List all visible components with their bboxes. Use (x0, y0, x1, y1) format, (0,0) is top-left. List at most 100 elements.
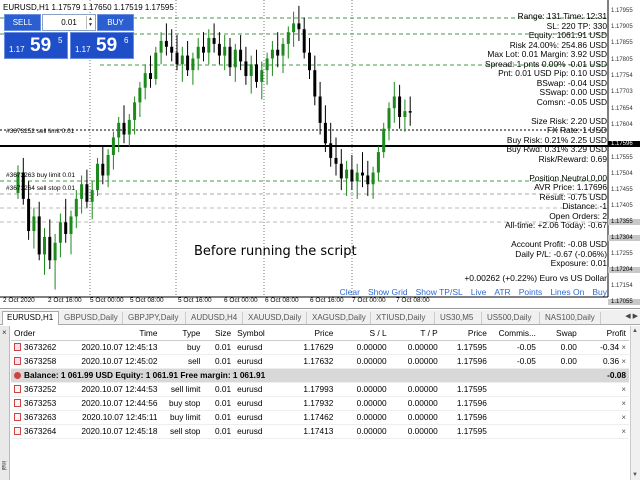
candle-body (339, 163, 343, 179)
price-scale-label: 1.17355 (608, 219, 640, 225)
candle-body (323, 122, 327, 144)
tab-gbpusd-daily[interactable]: GBPUSD,Daily (60, 312, 123, 324)
candle-body (376, 152, 380, 173)
tab-xtiusd-daily[interactable]: XTIUSD,Daily (372, 312, 435, 324)
close-order-icon[interactable]: × (621, 427, 626, 436)
tab-scroll-arrows-icon[interactable]: ◀ ▶ (625, 312, 638, 320)
column-header[interactable]: Time (76, 326, 161, 341)
table-row[interactable]: 3673253 2020.10.07 12:44:56 buy stop 0.01 eu… (11, 396, 629, 411)
chart-caption: Before running the script (194, 244, 357, 259)
table-cell: 1.17993 (285, 382, 337, 397)
lot-stepper[interactable]: ▲ ▼ (86, 16, 94, 29)
close-order-icon[interactable]: × (621, 385, 626, 394)
tab-eurusd-h1[interactable]: EURUSD,H1 (2, 311, 59, 325)
buy-price-box[interactable]: 1.17 59 6 (70, 32, 134, 59)
table-cell: 0.00000 (389, 396, 441, 411)
column-header[interactable]: Price (285, 326, 337, 341)
script-button-show-tp-sl[interactable]: Show TP/SL (416, 287, 463, 297)
close-order-icon[interactable]: × (619, 357, 626, 366)
table-cell: 0.01 (203, 340, 235, 355)
script-button-clear[interactable]: Clear (340, 287, 360, 297)
candle-body (53, 242, 57, 261)
table-row[interactable]: 3673264 2020.10.07 12:45:18 sell stop 0.01 e… (11, 424, 629, 439)
table-cell: 0.00000 (389, 424, 441, 439)
candle-body (101, 163, 105, 176)
date-axis-label: 7 Oct 00:00 (352, 297, 386, 304)
script-button-buy[interactable]: Buy (592, 287, 607, 297)
script-button-row: Clear Show Grid Show TP/SL Live ATR Points Lin… (332, 287, 607, 297)
candle-body (180, 55, 184, 65)
candle-body (387, 108, 391, 129)
column-header[interactable]: Price (440, 326, 490, 341)
sell-price-small: 1.17 (9, 45, 25, 54)
scroll-up-icon[interactable]: ▲ (632, 328, 638, 334)
tab-us30-m5[interactable]: US30,M5 (436, 312, 482, 324)
candle-body (32, 216, 36, 232)
scroll-down-icon[interactable]: ▼ (632, 472, 638, 478)
candle-body (244, 61, 248, 77)
table-row[interactable]: 3673252 2020.10.07 12:44:53 sell limit 0.01… (11, 382, 629, 397)
cell-order: 3673262 (11, 340, 77, 355)
script-button-show-grid[interactable]: Show Grid (368, 287, 408, 297)
candle-body (355, 172, 359, 182)
tab-gbpjpy-daily[interactable]: GBPJPY,Daily (124, 312, 186, 324)
table-cell: 1.17596 (440, 354, 490, 369)
column-header[interactable]: Swap (538, 326, 580, 341)
table-row[interactable]: 3673263 2020.10.07 12:45:11 buy limit 0.01 e… (11, 410, 629, 425)
table-cell: 0.00000 (389, 410, 441, 425)
candle-body (170, 46, 174, 53)
table-cell: buy limit (160, 410, 204, 425)
close-order-icon[interactable]: × (621, 413, 626, 422)
order-id: 3673262 (24, 342, 57, 352)
price-scale-label: 1.17555 (611, 155, 633, 161)
lot-size-input[interactable]: 0.01 ▲ ▼ (42, 14, 96, 31)
table-cell-empty (538, 382, 580, 397)
candle-body (239, 49, 243, 62)
column-header[interactable]: Type (160, 326, 204, 341)
script-button-live[interactable]: Live (471, 287, 487, 297)
column-header[interactable]: Order (11, 326, 77, 341)
price-scale-label: 1.17304 (608, 235, 640, 241)
candle-body (318, 96, 322, 123)
tab-xagusd-daily[interactable]: XAGUSD,Daily (308, 312, 371, 324)
close-icon[interactable]: × (2, 328, 7, 337)
table-row[interactable]: 3673258 2020.10.07 12:45:02 sell 0.01 eurusd… (11, 354, 629, 369)
table-cell-empty: × (579, 424, 629, 439)
sell-price-box[interactable]: 1.17 59 5 (4, 32, 68, 59)
table-cell: 0.00000 (336, 396, 390, 411)
candle-body (186, 55, 190, 71)
column-header[interactable]: T / P (389, 326, 441, 341)
buy-button[interactable]: BUY (97, 14, 134, 31)
tab-nas100-daily[interactable]: NAS100,Daily (541, 312, 601, 324)
script-button-lines-on[interactable]: Lines On (550, 287, 584, 297)
script-button-points[interactable]: Points (519, 287, 543, 297)
table-row[interactable]: 3673262 2020.10.07 12:45:13 buy 0.01 eurusd 1… (11, 340, 629, 355)
candle-body (361, 172, 364, 176)
terminal-scrollbar[interactable]: ▲ ▼ (630, 326, 640, 480)
candle-body (265, 58, 269, 71)
table-cell: 0.00000 (336, 354, 390, 369)
table-cell-empty (489, 410, 539, 425)
tab-audusd-h4[interactable]: AUDUSD,H4 (187, 312, 243, 324)
date-axis-label: 7 Oct 08:00 (396, 297, 430, 304)
column-header[interactable]: Profit (579, 326, 629, 341)
close-order-icon[interactable]: × (619, 343, 626, 352)
candle-body (127, 119, 131, 135)
order-id: 3673263 (24, 412, 57, 422)
buy-price-small: 1.17 (75, 45, 91, 54)
tab-xauusd-daily[interactable]: XAUUSD,Daily (244, 312, 307, 324)
tab-us500-daily[interactable]: US500,Daily (483, 312, 540, 324)
column-header[interactable]: Size (203, 326, 235, 341)
chart-area[interactable]: EURUSD,H1 1.17579 1.17650 1.17519 1.1759… (0, 0, 640, 309)
column-header[interactable]: Commis... (489, 326, 539, 341)
script-button-atr[interactable]: ATR (494, 287, 510, 297)
sell-button[interactable]: SELL (4, 14, 41, 31)
close-order-icon[interactable]: × (621, 399, 626, 408)
column-header[interactable]: Symbol (234, 326, 286, 341)
table-cell: 0.01 (203, 424, 235, 439)
table-cell-empty (489, 396, 539, 411)
candle-body (159, 40, 163, 53)
price-scale-label: 1.17154 (611, 283, 633, 289)
column-header[interactable]: S / L (336, 326, 390, 341)
balance-row: Balance: 1 061.99 USD Equity: 1 061.91 F… (11, 368, 629, 383)
